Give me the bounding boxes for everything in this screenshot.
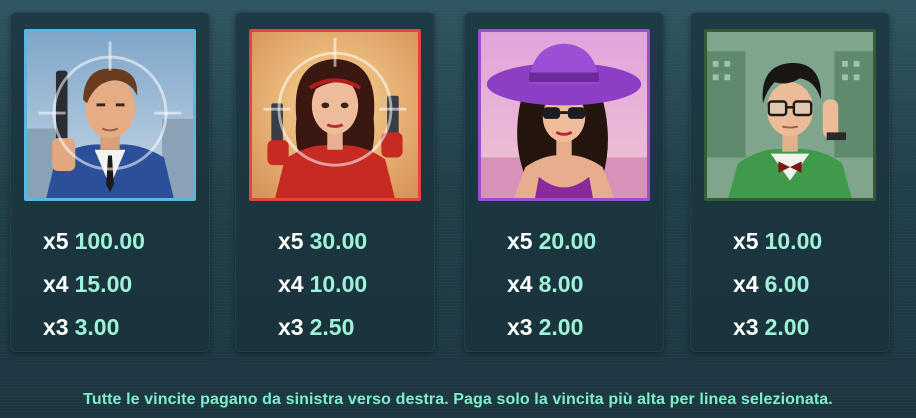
- payout-value: 2.00: [538, 314, 584, 340]
- symbol-panel-hacker: x5 10.00 x4 6.00 x3 2.00: [690, 12, 890, 352]
- payout-row: x5 20.00: [507, 226, 596, 256]
- payout-count: x4: [278, 271, 304, 297]
- payout-count: x4: [507, 271, 533, 297]
- payout-row: x4 6.00: [733, 269, 809, 299]
- payout-count: x5: [278, 228, 304, 254]
- payout-row: x4 15.00: [43, 269, 132, 299]
- payout-count: x4: [43, 271, 69, 297]
- payout-value: 3.00: [74, 314, 120, 340]
- payout-count: x3: [43, 314, 69, 340]
- hacker-icon: [704, 29, 876, 201]
- payout-row: x4 10.00: [278, 269, 367, 299]
- paytable-rules-text: Tutte le vincite pagano da sinistra vers…: [83, 391, 833, 408]
- payout-value: 100.00: [74, 228, 145, 254]
- payout-row: x3 3.00: [43, 312, 119, 342]
- payout-count: x4: [733, 271, 759, 297]
- payout-value: 10.00: [764, 228, 823, 254]
- payout-row: x5 10.00: [733, 226, 822, 256]
- payout-value: 6.00: [764, 271, 810, 297]
- payout-row: x5 30.00: [278, 226, 367, 256]
- payout-row: x5 100.00: [43, 226, 145, 256]
- symbol-panel-agent-woman: x5 30.00 x4 10.00 x3 2.50: [235, 12, 435, 352]
- payout-row: x3 2.00: [733, 312, 809, 342]
- symbol-panel-agent-man: x5 100.00 x4 15.00 x3 3.00: [10, 12, 210, 352]
- lady-hat-icon: [478, 29, 650, 201]
- payout-value: 15.00: [74, 271, 133, 297]
- payout-value: 20.00: [538, 228, 597, 254]
- symbol-panel-lady-hat: x5 20.00 x4 8.00 x3 2.00: [464, 12, 664, 352]
- agent-man-icon: [24, 29, 196, 201]
- payout-count: x5: [507, 228, 533, 254]
- payout-value: 8.00: [538, 271, 584, 297]
- payout-value: 2.50: [309, 314, 355, 340]
- payout-value: 2.00: [764, 314, 810, 340]
- payout-row: x4 8.00: [507, 269, 583, 299]
- payout-row: x3 2.00: [507, 312, 583, 342]
- payout-value: 10.00: [309, 271, 368, 297]
- payout-count: x5: [43, 228, 69, 254]
- agent-woman-icon: [249, 29, 421, 201]
- payout-value: 30.00: [309, 228, 368, 254]
- payout-count: x5: [733, 228, 759, 254]
- payout-row: x3 2.50: [278, 312, 354, 342]
- payout-count: x3: [507, 314, 533, 340]
- payout-count: x3: [733, 314, 759, 340]
- payout-count: x3: [278, 314, 304, 340]
